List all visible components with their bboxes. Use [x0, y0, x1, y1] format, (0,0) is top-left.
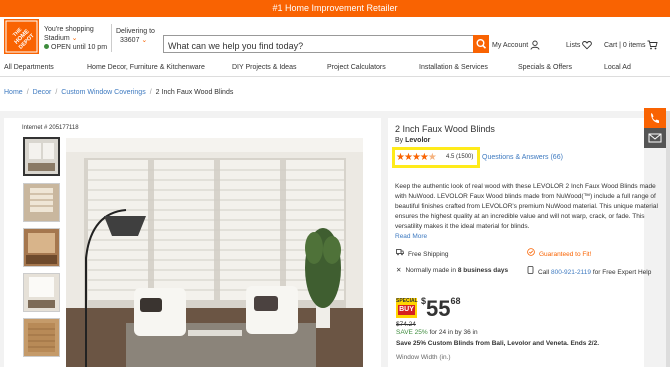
product-main-image[interactable] — [66, 138, 363, 367]
breadcrumb-home[interactable]: Home — [4, 89, 23, 96]
guaranteed-fit-link[interactable]: Guaranteed to Fit! — [539, 251, 591, 258]
questions-answers-link[interactable]: Questions & Answers (66) — [482, 154, 563, 161]
star-icon: ★ — [396, 152, 405, 163]
store-selector[interactable]: You're shopping Stadium ⌄ OPEN until 10 … — [44, 25, 107, 52]
my-account-link[interactable]: My Account — [492, 40, 540, 50]
star-half-icon: ★ — [427, 152, 437, 163]
expert-help: Call 800-921-2119 for Free Expert Help — [527, 266, 651, 276]
free-shipping-label: Free Shipping — [408, 251, 449, 258]
product-description: Keep the authentic look of real wood wit… — [395, 182, 661, 242]
account-label: My Account — [492, 41, 529, 49]
nav-diy-projects[interactable]: DIY Projects & Ideas — [232, 64, 296, 71]
nav-installation-services[interactable]: Installation & Services — [419, 64, 488, 71]
read-more-link[interactable]: Read More — [395, 232, 661, 242]
scrollbar[interactable] — [666, 111, 670, 367]
save-percent: SAVE 25% — [396, 329, 428, 336]
tools-icon: ✕ — [396, 267, 402, 274]
star-icon: ★ — [419, 152, 429, 163]
special-buy-badge: SPECIAL BUY — [396, 298, 418, 318]
phone-icon — [527, 266, 534, 274]
department-nav: All Departments Home Decor, Furniture & … — [0, 61, 670, 77]
breadcrumb-custom-window-coverings[interactable]: Custom Window Coverings — [61, 89, 145, 96]
thumbnail-1[interactable] — [23, 137, 60, 176]
review-count: (1500) — [456, 154, 474, 160]
buy-label: BUY — [398, 305, 415, 315]
search-icon — [476, 38, 487, 49]
phone-number-link[interactable]: 800-921-2119 — [551, 269, 591, 276]
store-line1: You're shopping — [44, 26, 94, 33]
lists-link[interactable]: Lists — [566, 40, 593, 50]
cart-icon — [647, 40, 659, 50]
product-title: 2 Inch Faux Wood Blinds — [395, 124, 495, 134]
heart-icon — [582, 41, 593, 50]
special-label: SPECIAL — [396, 298, 418, 304]
promo-message: Save 25% Custom Blinds from Bali, Levolo… — [396, 340, 600, 347]
lists-label: Lists — [566, 41, 581, 49]
nav-local-ad[interactable]: Local Ad — [604, 64, 631, 71]
cart-label: Cart | 0 items — [604, 41, 646, 49]
nav-all-departments[interactable]: All Departments — [4, 64, 54, 71]
star-icon: ★ — [403, 152, 413, 163]
product-price: $5568 — [421, 296, 461, 322]
nav-project-calculators[interactable]: Project Calculators — [327, 64, 386, 71]
star-rating[interactable]: ★★★★★ — [396, 152, 437, 163]
price-dollars: 55 — [426, 296, 451, 321]
was-price: $74.24 — [396, 321, 416, 328]
delivery-zip-selector[interactable]: Delivering to 33607 ⌄ — [116, 27, 155, 45]
internet-number: Internet # 205177118 — [22, 125, 79, 131]
nav-home-decor[interactable]: Home Decor, Furniture & Kitchenware — [87, 64, 205, 71]
normally-made-label: Normally made in — [405, 267, 457, 274]
store-status: OPEN until 10 pm — [51, 44, 108, 51]
brand-link[interactable]: Levolor — [405, 137, 430, 144]
call-suffix: for Free Expert Help — [592, 269, 652, 276]
nav-specials-offers[interactable]: Specials & Offers — [518, 64, 572, 71]
thumbnail-2[interactable] — [23, 183, 60, 222]
search-bar — [163, 35, 489, 54]
deliver-label: Delivering to — [116, 28, 155, 35]
breadcrumb-separator: / — [55, 89, 58, 96]
checkmark-icon — [527, 248, 535, 256]
rating-score: 4.5 — [446, 154, 455, 160]
window-width-label: Window Width (in.) — [396, 354, 451, 361]
chevron-down-icon: ⌄ — [141, 37, 148, 44]
rating-value[interactable]: 4.5 (1500) — [446, 154, 473, 160]
breadcrumb-separator: / — [149, 89, 152, 96]
save-size: for 24 in by 36 in — [429, 329, 478, 336]
free-shipping: Free Shipping — [396, 248, 448, 258]
breadcrumb-decor[interactable]: Decor — [33, 89, 52, 96]
promo-banner: #1 Home Improvement Retailer — [0, 0, 670, 17]
search-button[interactable] — [473, 35, 489, 53]
email-button[interactable] — [644, 128, 666, 148]
product-brand: By Levolor — [395, 137, 430, 144]
breadcrumb-current: 2 Inch Faux Wood Blinds — [155, 89, 234, 96]
guaranteed-fit: Guaranteed to Fit! — [527, 248, 591, 258]
mail-icon — [648, 133, 662, 143]
star-icon: ★ — [411, 152, 421, 163]
breadcrumb-separator: / — [26, 89, 29, 96]
thumbnail-5[interactable] — [23, 318, 60, 357]
chevron-down-icon: ⌄ — [71, 35, 78, 42]
breadcrumb: Home / Decor / Custom Window Coverings/2 Inc… — [4, 89, 233, 96]
truck-icon — [396, 249, 404, 256]
thumbnail-3[interactable] — [23, 228, 60, 267]
business-days: 8 business days — [457, 267, 509, 274]
by-label: By — [395, 137, 404, 144]
thumbnail-4[interactable] — [23, 273, 60, 312]
user-icon — [530, 40, 540, 50]
lead-time: ✕ Normally made in 8 business days — [396, 266, 508, 274]
call-label: Call — [538, 269, 550, 276]
home-depot-logo[interactable]: THE HOME DEPOT — [4, 19, 39, 54]
search-input[interactable] — [164, 38, 464, 54]
open-status-icon — [44, 44, 49, 49]
zip-code: 33607 — [120, 37, 140, 44]
phone-chat-icon — [651, 113, 659, 123]
cart-link[interactable]: Cart | 0 items — [604, 40, 659, 50]
header-divider — [111, 24, 112, 52]
description-text: Keep the authentic look of real wood wit… — [395, 183, 658, 230]
savings: SAVE 25% for 24 in by 36 in — [396, 329, 478, 336]
chat-button[interactable] — [644, 108, 666, 128]
store-name: Stadium — [44, 35, 70, 42]
price-cents: 68 — [450, 296, 461, 306]
